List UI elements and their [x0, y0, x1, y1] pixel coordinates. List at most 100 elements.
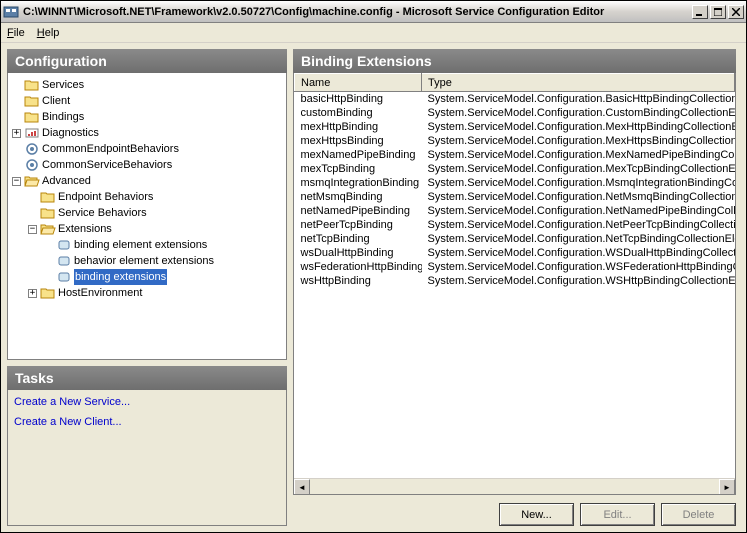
- table-row[interactable]: customBindingSystem.ServiceModel.Configu…: [295, 106, 735, 120]
- cell-type: System.ServiceModel.Configuration.MsmqIn…: [422, 176, 735, 190]
- edit-button[interactable]: Edit...: [580, 503, 655, 526]
- config-tree: ServicesClientBindings+DiagnosticsCommon…: [8, 73, 286, 305]
- tree-advanced[interactable]: − Advanced: [12, 173, 282, 189]
- table-row[interactable]: netNamedPipeBindingSystem.ServiceModel.C…: [295, 204, 735, 218]
- tree-client[interactable]: Client: [12, 93, 282, 109]
- binding-ext-header: Binding Extensions: [293, 49, 736, 73]
- table-row[interactable]: wsDualHttpBindingSystem.ServiceModel.Con…: [295, 246, 735, 260]
- folder-icon: [40, 286, 56, 300]
- cell-type: System.ServiceModel.Configuration.BasicH…: [422, 92, 735, 106]
- tree-label: binding element extensions: [74, 237, 207, 253]
- close-button[interactable]: [728, 5, 744, 19]
- table-row[interactable]: netTcpBindingSystem.ServiceModel.Configu…: [295, 232, 735, 246]
- col-header-name[interactable]: Name: [295, 74, 422, 92]
- tree-label: Advanced: [42, 173, 91, 189]
- folder-icon: [24, 110, 40, 124]
- tasks-panel-header: Tasks: [7, 366, 287, 390]
- table-row[interactable]: mexTcpBindingSystem.ServiceModel.Configu…: [295, 162, 735, 176]
- item-icon: [56, 270, 72, 284]
- cell-name: wsDualHttpBinding: [295, 246, 422, 260]
- cell-name: mexHttpBinding: [295, 120, 422, 134]
- cell-name: wsFederationHttpBinding: [295, 260, 422, 274]
- table-row[interactable]: mexHttpsBindingSystem.ServiceModel.Confi…: [295, 134, 735, 148]
- tree-common-service[interactable]: CommonServiceBehaviors: [12, 157, 282, 173]
- cell-name: wsHttpBinding: [295, 274, 422, 288]
- col-header-type[interactable]: Type: [422, 74, 735, 92]
- table-row[interactable]: msmqIntegrationBindingSystem.ServiceMode…: [295, 176, 735, 190]
- tree-services[interactable]: Services: [12, 77, 282, 93]
- tree-binding-element-ext[interactable]: binding element extensions: [12, 237, 282, 253]
- tree-label: Diagnostics: [42, 125, 99, 141]
- scroll-track[interactable]: [310, 479, 719, 494]
- cell-type: System.ServiceModel.Configuration.WSDual…: [422, 246, 735, 260]
- cell-name: netPeerTcpBinding: [295, 218, 422, 232]
- tree-label: Bindings: [42, 109, 84, 125]
- maximize-button[interactable]: [710, 5, 726, 19]
- tree-extensions[interactable]: − Extensions: [12, 221, 282, 237]
- folder-icon: [40, 190, 56, 204]
- tree-label: behavior element extensions: [74, 253, 214, 269]
- horizontal-scrollbar[interactable]: ◄ ►: [294, 478, 735, 494]
- folder-icon: [40, 206, 56, 220]
- scroll-right-icon[interactable]: ►: [719, 479, 735, 495]
- tree-host-env[interactable]: + HostEnvironment: [12, 285, 282, 301]
- cell-name: mexHttpsBinding: [295, 134, 422, 148]
- item-icon: [56, 254, 72, 268]
- tree-service-behaviors[interactable]: Service Behaviors: [12, 205, 282, 221]
- cell-type: System.ServiceModel.Configuration.NetTcp…: [422, 232, 735, 246]
- toggle-icon[interactable]: −: [28, 225, 37, 234]
- cell-name: netNamedPipeBinding: [295, 204, 422, 218]
- tree-common-endpoint[interactable]: CommonEndpointBehaviors: [12, 141, 282, 157]
- cell-type: System.ServiceModel.Configuration.MexHtt…: [422, 120, 735, 134]
- tree-endpoint-behaviors[interactable]: Endpoint Behaviors: [12, 189, 282, 205]
- tree-bindings[interactable]: Bindings: [12, 109, 282, 125]
- tree-binding-ext[interactable]: binding extensions: [12, 269, 282, 285]
- cell-type: System.ServiceModel.Configuration.WSFede…: [422, 260, 735, 274]
- cell-name: mexTcpBinding: [295, 162, 422, 176]
- config-panel-header: Configuration: [7, 49, 287, 73]
- folder-icon: [24, 174, 40, 188]
- delete-button[interactable]: Delete: [661, 503, 736, 526]
- tree-label: binding extensions: [74, 269, 167, 285]
- cell-type: System.ServiceModel.Configuration.NetMsm…: [422, 190, 735, 204]
- tree-label: Extensions: [58, 221, 112, 237]
- table-row[interactable]: basicHttpBindingSystem.ServiceModel.Conf…: [295, 92, 735, 106]
- cell-name: mexNamedPipeBinding: [295, 148, 422, 162]
- table-row[interactable]: netMsmqBindingSystem.ServiceModel.Config…: [295, 190, 735, 204]
- item-icon: [24, 142, 40, 156]
- table-row[interactable]: netPeerTcpBindingSystem.ServiceModel.Con…: [295, 218, 735, 232]
- item-icon: [24, 126, 40, 140]
- cell-type: System.ServiceModel.Configuration.MexHtt…: [422, 134, 735, 148]
- task-new-client[interactable]: Create a New Client...: [14, 416, 280, 428]
- tree-label: HostEnvironment: [58, 285, 142, 301]
- table-row[interactable]: mexHttpBindingSystem.ServiceModel.Config…: [295, 120, 735, 134]
- tree-label: Client: [42, 93, 70, 109]
- toggle-icon[interactable]: +: [12, 129, 21, 138]
- minimize-button[interactable]: [692, 5, 708, 19]
- cell-type: System.ServiceModel.Configuration.NetPee…: [422, 218, 735, 232]
- cell-name: customBinding: [295, 106, 422, 120]
- cell-type: System.ServiceModel.Configuration.MexTcp…: [422, 162, 735, 176]
- toggle-icon[interactable]: +: [28, 289, 37, 298]
- title-bar: C:\WINNT\Microsoft.NET\Framework\v2.0.50…: [1, 1, 746, 23]
- table-row[interactable]: wsHttpBindingSystem.ServiceModel.Configu…: [295, 274, 735, 288]
- tree-diagnostics[interactable]: + Diagnostics: [12, 125, 282, 141]
- task-new-service[interactable]: Create a New Service...: [14, 396, 280, 408]
- menu-bar: File Help: [1, 23, 746, 43]
- folder-icon: [40, 222, 56, 236]
- tree-label: CommonServiceBehaviors: [42, 157, 172, 173]
- table-header-row: Name Type: [295, 74, 735, 92]
- table-row[interactable]: mexNamedPipeBindingSystem.ServiceModel.C…: [295, 148, 735, 162]
- cell-type: System.ServiceModel.Configuration.MexNam…: [422, 148, 735, 162]
- table-row[interactable]: wsFederationHttpBindingSystem.ServiceMod…: [295, 260, 735, 274]
- tree-label: Services: [42, 77, 84, 93]
- new-button[interactable]: New...: [499, 503, 574, 526]
- scroll-left-icon[interactable]: ◄: [294, 479, 310, 495]
- toggle-icon[interactable]: −: [12, 177, 21, 186]
- tree-behavior-element-ext[interactable]: behavior element extensions: [12, 253, 282, 269]
- cell-name: netMsmqBinding: [295, 190, 422, 204]
- menu-file[interactable]: File: [7, 27, 25, 39]
- tree-label: Service Behaviors: [58, 205, 147, 221]
- menu-help[interactable]: Help: [37, 27, 60, 39]
- extensions-table[interactable]: Name Type basicHttpBindingSystem.Service…: [294, 73, 735, 288]
